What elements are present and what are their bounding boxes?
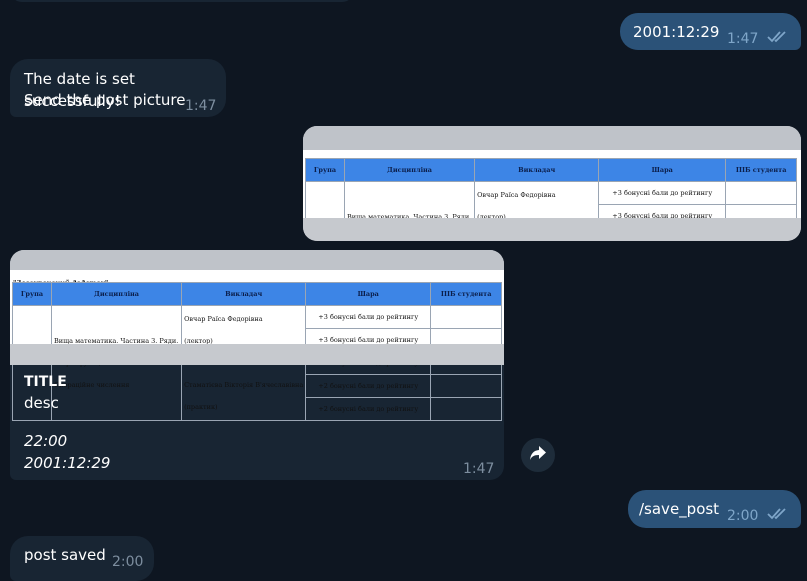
outgoing-photo-message[interactable]: "Засекречений додаток" Група Дисципліна … xyxy=(303,126,801,241)
sheet-header: Викладач xyxy=(474,158,600,182)
incoming-post-saved-message[interactable]: post saved 2:00 xyxy=(10,536,154,581)
post-description: desc xyxy=(24,394,59,412)
sheet-share-cell: +3 бонусні бали до рейтингу xyxy=(598,181,727,205)
sheet-header: Група xyxy=(305,158,345,182)
sheet-student-cell xyxy=(430,374,502,398)
incoming-date-set-message[interactable]: The date is set successfully! Send the p… xyxy=(10,59,226,117)
sheet-header: ПІБ студента xyxy=(725,158,797,182)
teacher-line: Овчар Раїса Федорівна xyxy=(477,191,556,199)
sheet-header: Шара xyxy=(305,282,432,306)
message-time: 1:47 xyxy=(463,461,495,477)
photo-blur-bottom xyxy=(303,218,801,241)
post-title: TITLE xyxy=(24,374,67,390)
message-text: 2001:12:29 xyxy=(633,23,720,41)
message-time: 1:47 xyxy=(185,98,217,114)
spreadsheet-image: "Засекречений додаток" Група Дисципліна … xyxy=(10,270,504,421)
message-text: post saved xyxy=(24,546,106,564)
post-photo[interactable]: "Засекречений додаток" Група Дисципліна … xyxy=(10,250,504,421)
sheet-header: Група xyxy=(12,282,52,306)
previous-message-stub xyxy=(10,0,354,2)
photo-blur-top xyxy=(10,250,504,270)
sheet-share-cell: +2 бонусні бали до рейтингу xyxy=(305,397,432,421)
spreadsheet-image: "Засекречений додаток" Група Дисципліна … xyxy=(303,150,801,241)
outgoing-date-message[interactable]: 2001:12:29 1:47 xyxy=(620,13,801,50)
message-time: 2:00 xyxy=(112,554,144,570)
discipline-line: Операційне числення xyxy=(54,381,130,389)
sheet-student-cell xyxy=(430,305,502,329)
double-check-icon xyxy=(767,30,793,44)
message-text-line2: Send the post picture xyxy=(24,91,186,109)
sheet-header: Шара xyxy=(598,158,727,182)
photo-blur-top xyxy=(303,126,801,150)
post-date-value: 2001:12:29 xyxy=(24,454,111,472)
post-time-value: 22:00 xyxy=(24,432,68,450)
sheet-share-cell: +2 бонусні бали до рейтингу xyxy=(305,374,432,398)
forward-arrow-icon xyxy=(529,445,547,465)
sheet-header: Викладач xyxy=(181,282,307,306)
sheet-student-cell xyxy=(725,181,797,205)
teacher-line: Стаматієва Вікторія В'ячеславівна xyxy=(184,381,304,389)
sheet-share-cell: +3 бонусні бали до рейтингу xyxy=(305,305,432,329)
outgoing-save-post-message[interactable]: /save_post 2:00 xyxy=(628,490,801,528)
sheet-header: Дисципліна xyxy=(50,282,183,306)
double-check-icon xyxy=(767,507,793,521)
teacher-line: (практик) xyxy=(184,403,218,411)
sheet-student-cell xyxy=(430,397,502,421)
message-time: 2:00 xyxy=(727,508,759,524)
forward-button[interactable] xyxy=(521,438,555,472)
message-text: /save_post xyxy=(639,500,720,518)
message-time: 1:47 xyxy=(727,31,759,47)
incoming-post-card[interactable]: "Засекречений додаток" Група Дисципліна … xyxy=(10,250,504,480)
sheet-header: Дисципліна xyxy=(343,158,476,182)
sheet-header: ПІБ студента xyxy=(430,282,502,306)
teacher-line: Овчар Раїса Федорівна xyxy=(184,315,263,323)
photo-blur-bottom xyxy=(10,344,504,365)
